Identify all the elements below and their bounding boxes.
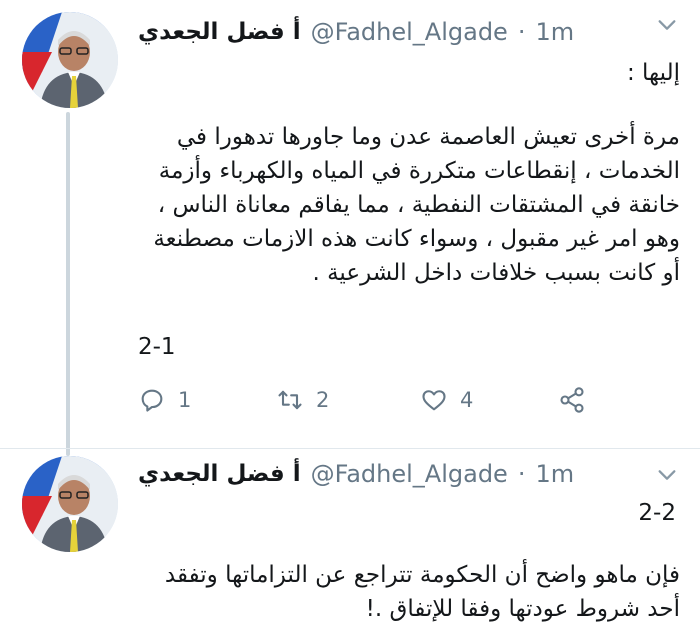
author-handle[interactable]: @Fadhel_Algade — [311, 18, 508, 46]
timestamp[interactable]: 1m — [535, 18, 574, 46]
tweet-text: فإن ماهو واضح أن الحكومة تتراجع عن التزا… — [164, 562, 680, 622]
tweet-divider — [0, 448, 700, 449]
retweet-count: 2 — [316, 388, 330, 412]
chevron-down-icon[interactable] — [656, 464, 678, 486]
tweet-actions: 1 2 4 — [138, 378, 598, 422]
like-icon — [422, 390, 446, 411]
author-name[interactable]: أ فضل الجعدي — [138, 461, 301, 487]
timestamp[interactable]: 1m — [535, 460, 574, 488]
reply-icon — [141, 389, 163, 412]
tweet-text: مرة أخرى تعيش العاصمة عدن وما جاورها تده… — [153, 124, 680, 286]
separator-dot: · — [517, 460, 526, 488]
retweet-icon — [278, 390, 302, 410]
avatar-photo-icon — [22, 12, 118, 108]
author-name[interactable]: أ فضل الجعدي — [138, 19, 301, 45]
like-button[interactable]: 4 — [420, 378, 473, 422]
avatar[interactable] — [22, 456, 118, 552]
tweet-greeting: إليها : — [626, 60, 680, 86]
retweet-button[interactable]: 2 — [276, 378, 329, 422]
tweet-header: أ فضل الجعدي @Fadhel_Algade · 1m — [138, 454, 574, 494]
reply-button[interactable]: 1 — [138, 378, 191, 422]
tweet-2[interactable]: أ فضل الجعدي @Fadhel_Algade · 1m 2-2 فإن… — [0, 450, 700, 642]
separator-dot: · — [517, 18, 526, 46]
avatar[interactable] — [22, 12, 118, 108]
tweet-header: أ فضل الجعدي @Fadhel_Algade · 1m — [138, 12, 574, 52]
thread-counter: 2-1 — [138, 334, 176, 360]
author-handle[interactable]: @Fadhel_Algade — [311, 460, 508, 488]
share-icon — [560, 387, 584, 413]
avatar-photo-icon — [22, 456, 118, 552]
reply-count: 1 — [178, 388, 192, 412]
chevron-down-icon[interactable] — [656, 14, 678, 36]
tweet-1[interactable]: أ فضل الجعدي @Fadhel_Algade · 1m إليها :… — [0, 0, 700, 450]
like-count: 4 — [460, 388, 474, 412]
thread-counter: 2-2 — [638, 500, 676, 526]
share-button[interactable] — [558, 378, 586, 422]
